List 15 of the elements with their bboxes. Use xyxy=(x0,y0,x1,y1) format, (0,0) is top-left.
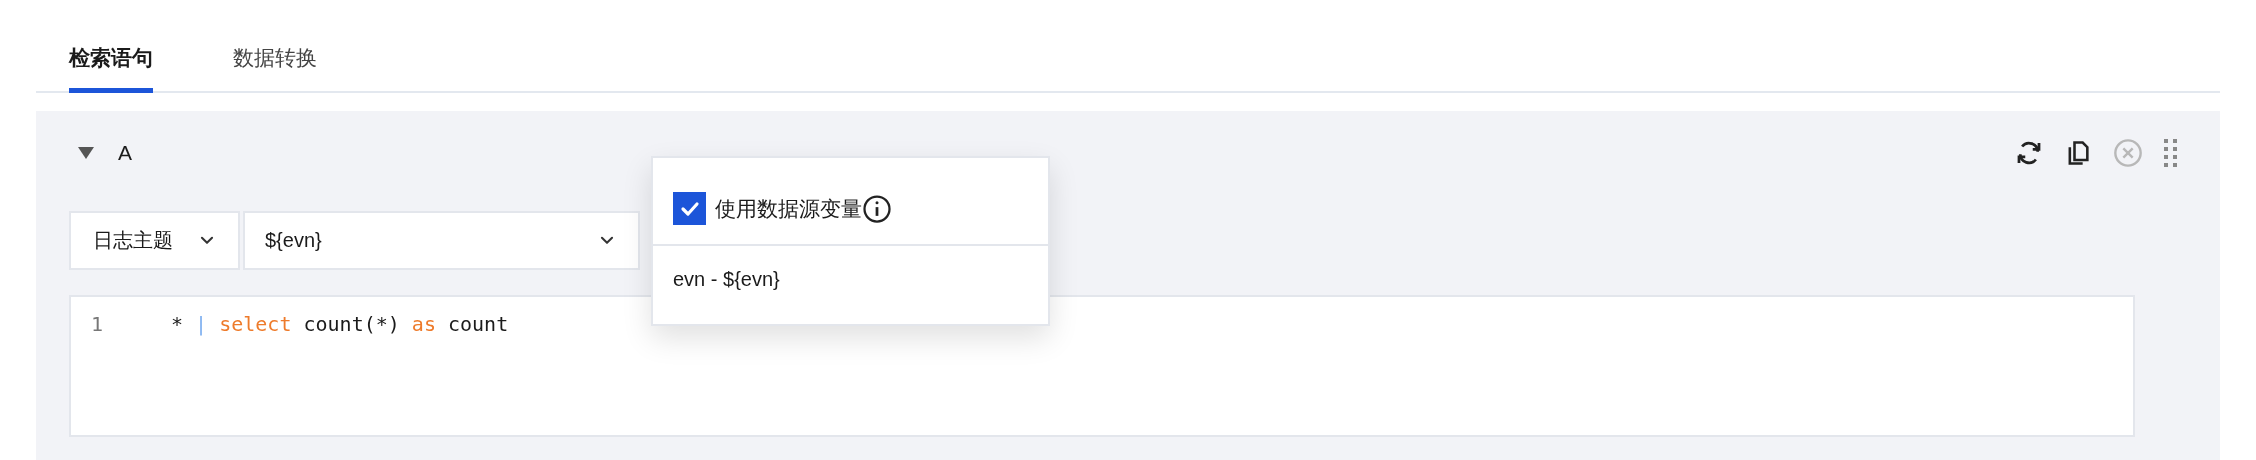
checkbox-label[interactable]: 使用数据源变量 xyxy=(715,192,862,225)
collapse-triangle-icon[interactable] xyxy=(78,145,94,160)
info-icon[interactable] xyxy=(862,193,892,224)
tab[interactable]: 检索语句 xyxy=(69,42,153,93)
source-select[interactable]: 日志主题 xyxy=(69,210,240,270)
dropdown-option[interactable]: evn - ${evn} xyxy=(653,245,1048,324)
tab[interactable]: 数据转换 xyxy=(233,42,317,93)
line-number: 1 xyxy=(91,310,105,338)
drag-handle-icon[interactable] xyxy=(2164,138,2178,167)
checkbox[interactable] xyxy=(673,192,706,225)
topic-select[interactable]: ${evn} xyxy=(243,210,640,270)
code-editor[interactable]: 1 * | select count(*) as count xyxy=(69,294,2135,437)
query-name: A xyxy=(118,139,132,166)
checkmark-icon xyxy=(679,200,700,217)
code-line: * | select count(*) as count xyxy=(171,310,509,338)
